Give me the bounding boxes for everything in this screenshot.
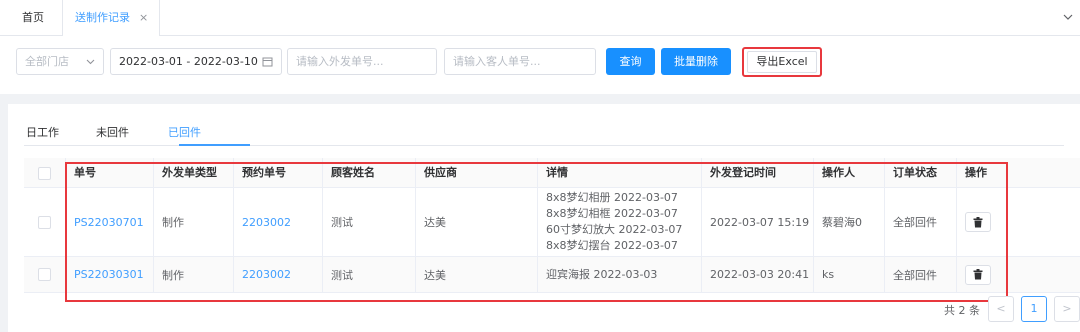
header-type: 外发单类型: [154, 158, 234, 188]
row-select-cell: [24, 257, 66, 292]
query-button[interactable]: 查询: [606, 48, 655, 75]
table-row: PS22030301 制作 2203002 测试 达美 迎宾海报 2022-03…: [24, 257, 1080, 293]
row-checkbox[interactable]: [38, 268, 51, 281]
order-no-link[interactable]: PS22030301: [66, 257, 154, 292]
row-checkbox[interactable]: [38, 215, 51, 229]
date-range-value: 2022-03-01 - 2022-03-10: [119, 55, 258, 68]
tab-home[interactable]: 首页: [22, 0, 44, 36]
row-select-cell: [24, 188, 66, 256]
operator-cell: 蔡碧海0: [814, 188, 885, 256]
header-order-no: 单号: [66, 158, 154, 188]
trash-icon: [973, 269, 983, 280]
time-cell: 2022-03-03 20:41: [702, 257, 814, 292]
select-all-cell: [24, 158, 66, 188]
header-supplier: 供应商: [416, 158, 538, 188]
trash-icon: [973, 216, 983, 227]
delete-button[interactable]: [965, 264, 991, 285]
customer-order-input[interactable]: 请输入客人单号...: [444, 48, 596, 75]
detail-line: 8x8梦幻相册 2022-03-07: [546, 191, 678, 204]
header-status: 订单状态: [885, 158, 957, 188]
external-order-input[interactable]: 请输入外发单号...: [287, 48, 437, 75]
detail-line: 8x8梦幻相框 2022-03-07: [546, 207, 678, 220]
calendar-icon: [262, 57, 273, 67]
detail-line: 8x8梦幻摆台 2022-03-07: [546, 239, 678, 252]
next-page-button[interactable]: >: [1054, 296, 1080, 322]
details-cell: 8x8梦幻相册 2022-03-07 8x8梦幻相框 2022-03-07 60…: [538, 188, 702, 256]
booking-no-link[interactable]: 2203002: [234, 257, 323, 292]
sub-tabs: 日工作 未回件 已回件: [24, 120, 1064, 146]
select-all-checkbox[interactable]: [38, 166, 51, 180]
supplier-cell: 达美: [416, 188, 538, 256]
export-excel-highlight: 导出Excel: [742, 47, 822, 77]
delete-button[interactable]: [965, 212, 991, 232]
store-select-value: 全部门店: [25, 55, 69, 68]
page-1-button[interactable]: 1: [1021, 296, 1047, 322]
records-table: 单号 外发单类型 预约单号 顾客姓名 供应商 详情 外发登记时间 操作人 订单状…: [24, 158, 1080, 298]
subtab-daily-work[interactable]: 日工作: [26, 124, 59, 140]
header-booking-no: 预约单号: [234, 158, 323, 188]
detail-line: 60寸梦幻放大 2022-03-07: [546, 223, 683, 236]
tab-bar: 首页 送制作记录 ×: [0, 0, 1080, 36]
tab-send-record-label: 送制作记录: [75, 11, 130, 24]
supplier-cell: 达美: [416, 257, 538, 292]
pagination-total: 共 2 条: [944, 304, 980, 317]
header-customer: 顾客姓名: [323, 158, 416, 188]
close-icon[interactable]: ×: [139, 0, 148, 36]
order-no-link[interactable]: PS22030701: [66, 188, 154, 256]
table-header: 单号 外发单类型 预约单号 顾客姓名 供应商 详情 外发登记时间 操作人 订单状…: [24, 158, 1080, 188]
prev-page-button[interactable]: <: [988, 296, 1014, 322]
actions-cell: [957, 257, 1080, 292]
booking-no-link[interactable]: 2203002: [234, 188, 323, 256]
type-cell: 制作: [154, 257, 234, 292]
type-cell: 制作: [154, 188, 234, 256]
time-cell: 2022-03-07 15:19: [702, 188, 814, 256]
header-time: 外发登记时间: [702, 158, 814, 188]
active-tab-indicator: [179, 144, 250, 146]
table-row: PS22030701 制作 2203002 测试 达美 8x8梦幻相册 2022…: [24, 188, 1080, 257]
chevron-down-icon[interactable]: [1062, 11, 1074, 23]
batch-delete-button[interactable]: 批量删除: [661, 48, 731, 75]
filter-bar: 全部门店 2022-03-01 - 2022-03-10 请输入外发单号... …: [0, 36, 1080, 94]
detail-line: 迎宾海报 2022-03-03: [546, 267, 658, 281]
tab-send-record[interactable]: 送制作记录 ×: [62, 0, 160, 36]
details-cell: 迎宾海报 2022-03-03: [538, 257, 702, 292]
header-actions: 操作: [965, 166, 987, 179]
operator-cell: ks: [814, 257, 885, 292]
subtab-not-returned[interactable]: 未回件: [96, 124, 129, 140]
date-range-picker[interactable]: 2022-03-01 - 2022-03-10: [110, 48, 282, 75]
store-select[interactable]: 全部门店: [16, 48, 104, 75]
header-details: 详情: [538, 158, 702, 188]
chevron-down-icon: [86, 59, 95, 65]
export-excel-button[interactable]: 导出Excel: [747, 51, 817, 73]
customer-cell: 测试: [323, 257, 416, 292]
actions-cell: [957, 188, 1080, 256]
subtab-returned[interactable]: 已回件: [168, 124, 201, 140]
header-operator: 操作人: [814, 158, 885, 188]
status-cell: 全部回件: [885, 188, 957, 256]
content-panel: 日工作 未回件 已回件 单号 外发单类型 预约单号 顾客姓名 供应商 详情 外发…: [8, 104, 1080, 332]
customer-cell: 测试: [323, 188, 416, 256]
status-cell: 全部回件: [885, 257, 957, 292]
